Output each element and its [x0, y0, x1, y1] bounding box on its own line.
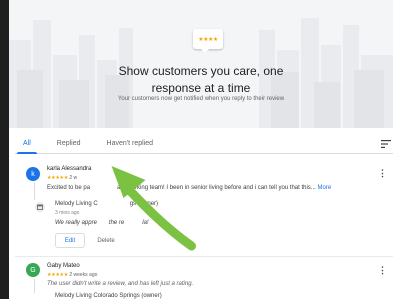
review-bubble-icon: ★★★★ — [193, 29, 223, 53]
avatar: k — [26, 167, 40, 181]
review-text: The user didn't write a review, and has … — [47, 281, 194, 287]
star-rating: ★★★★★ — [47, 175, 68, 181]
review-menu-kebab-icon[interactable]: ⋮ — [378, 169, 387, 178]
owner-name: Melody Living Colorado Springs (owner) — [55, 293, 162, 299]
owner-reply-text: We really appre the re la! — [55, 220, 149, 226]
sort-icon[interactable] — [381, 140, 391, 148]
owner-reply-time: 3 mins ago — [55, 210, 80, 216]
owner-name-start: Melody Living C — [55, 201, 98, 207]
thread-connector-line — [34, 279, 35, 293]
hero-title: Show customers you care, one response at… — [9, 63, 393, 97]
review-time: 2 w — [69, 175, 78, 181]
hero-title-line1: Show customers you care, one — [118, 64, 284, 78]
review-divider — [15, 256, 393, 257]
avatar: G — [26, 263, 40, 277]
review-text: Excited to be pa ard working team! I been… — [47, 185, 331, 191]
owner-name-end: gs (owner) — [129, 201, 159, 207]
review-filter-tabs: All Replied Haven't replied — [15, 134, 393, 154]
review-text-end: ard working team! I been in senior livin… — [117, 185, 316, 191]
more-link[interactable]: More — [317, 185, 331, 191]
review-rating-row: ★★★★★ 2 w — [47, 175, 77, 181]
edit-reply-button[interactable]: Edit — [55, 233, 85, 248]
app-frame: ★★★★ Show customers you care, one respon… — [0, 0, 393, 299]
tab-all[interactable]: All — [15, 140, 39, 154]
hero-title-line2: response at a time — [151, 81, 251, 95]
review-time: 2 weeks ago — [69, 272, 98, 278]
reviewer-name: Gaby Mateo — [47, 263, 80, 269]
tab-replied[interactable]: Replied — [49, 140, 89, 153]
owner-name: Melody Living C gs (owner) — [55, 201, 158, 207]
reviewer-name: karla Alessandra — [47, 166, 92, 172]
owner-reply-end: la! — [142, 220, 149, 226]
review-text-start: Excited to be pa — [47, 185, 91, 191]
tab-havent-replied[interactable]: Haven't replied — [99, 140, 161, 153]
thread-connector-line — [34, 182, 35, 200]
hero-banner: ★★★★ Show customers you care, one respon… — [9, 0, 393, 128]
owner-reply-mid: the re — [108, 220, 125, 226]
star-rating: ★★★★★ — [47, 272, 68, 278]
delete-reply-button[interactable]: Delete — [91, 233, 121, 248]
owner-reply-start: We really appre — [55, 220, 97, 226]
hero-subtitle: Your customers now get notified when you… — [117, 96, 285, 102]
review-rating-row: ★★★★★ 2 weeks ago — [47, 272, 97, 278]
store-icon — [35, 202, 45, 212]
review-menu-kebab-icon[interactable]: ⋮ — [378, 266, 387, 275]
